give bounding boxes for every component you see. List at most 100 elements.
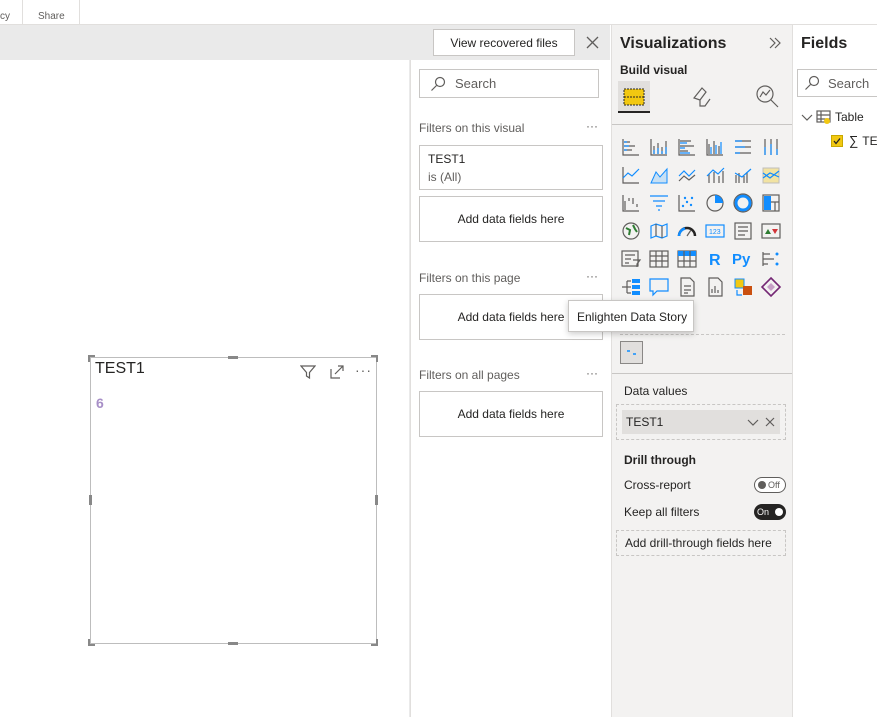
waterfall-chart-icon[interactable] [620,192,642,214]
add-drill-through-label: Add drill-through fields here [625,536,772,550]
resize-handle[interactable] [88,355,95,362]
field-item[interactable]: ∑ TE [831,133,877,148]
more-options-icon[interactable]: ··· [355,362,372,378]
data-values-label: Data values [624,384,688,398]
field-checkbox[interactable] [831,134,843,147]
fields-pane: Fields Search Table ∑ TE [792,25,877,717]
visualizations-pane: Visualizations Build visual 123 R Py Dat… [611,25,793,717]
line-and-clustered-column-chart-icon[interactable] [732,164,754,186]
data-value-field-pill[interactable]: TEST1 [622,410,780,434]
pie-chart-icon[interactable] [704,192,726,214]
card-visual-icon[interactable]: 123 [704,220,726,242]
funnel-chart-icon[interactable] [648,192,670,214]
python-visual-icon[interactable]: Py [732,248,754,270]
python-icon-text: Py [732,251,751,268]
filters-page-more-icon[interactable]: ··· [586,269,598,283]
filters-search-placeholder: Search [455,76,497,91]
toggle-knob [775,508,783,516]
filled-map-icon[interactable] [648,220,670,242]
map-icon[interactable] [620,220,642,242]
decomposition-tree-icon[interactable] [620,276,642,298]
qa-visual-icon[interactable] [648,276,670,298]
multi-row-card-icon[interactable] [732,220,754,242]
resize-handle[interactable] [89,495,92,505]
filters-search-box[interactable]: Search [419,69,599,98]
resize-handle[interactable] [228,356,238,359]
keep-all-filters-label: Keep all filters [624,505,700,519]
table-node[interactable]: Table [801,109,864,125]
scatter-chart-icon[interactable] [676,192,698,214]
power-apps-icon[interactable] [760,276,782,298]
clustered-column-chart-icon[interactable] [704,136,726,158]
focus-mode-icon[interactable] [329,364,345,380]
smart-narrative-icon[interactable] [676,276,698,298]
view-recovered-files-button[interactable]: View recovered files [433,29,575,56]
clustered-bar-chart-icon[interactable] [676,136,698,158]
filters-on-visual-heading: Filters on this visual [419,121,525,135]
r-script-visual-icon[interactable]: R [704,248,726,270]
kpi-icon[interactable] [760,220,782,242]
resize-handle[interactable] [371,355,378,362]
line-chart-icon[interactable] [620,164,642,186]
toggle-knob [758,481,766,489]
table-icon[interactable] [648,248,670,270]
stacked-bar-chart-icon[interactable] [620,136,642,158]
tooltip: Enlighten Data Story [568,300,694,332]
pane-divider [612,373,793,374]
donut-chart-icon[interactable] [732,192,754,214]
matrix-icon[interactable] [676,248,698,270]
card-title: TEST1 [95,360,145,377]
100-stacked-bar-chart-icon[interactable] [732,136,754,158]
resize-handle[interactable] [228,642,238,645]
filters-pane: Search Filters on this visual ··· TEST1 … [410,60,611,717]
100-stacked-column-chart-icon[interactable] [760,136,782,158]
power-automate-icon[interactable] [732,276,754,298]
stacked-column-chart-icon[interactable] [648,136,670,158]
add-fields-visual-dropzone[interactable]: Add data fields here [419,196,603,242]
filters-visual-more-icon[interactable]: ··· [586,119,598,133]
data-value-field-name: TEST1 [626,415,664,429]
fields-search-box[interactable]: Search [797,69,877,97]
search-icon [805,75,820,90]
drill-through-heading: Drill through [624,453,696,467]
add-drill-through-dropzone[interactable]: Add drill-through fields here [616,530,786,556]
area-chart-icon[interactable] [648,164,670,186]
keep-all-filters-state: On [757,507,770,517]
add-fields-all-dropzone[interactable]: Add data fields here [419,391,603,437]
ribbon-chart-icon[interactable] [760,164,782,186]
paginated-report-icon[interactable] [704,276,726,298]
filter-icon[interactable] [300,364,316,380]
gauge-icon[interactable] [676,220,698,242]
line-and-stacked-column-chart-icon[interactable] [704,164,726,186]
filter-card-test1[interactable]: TEST1 is (All) [419,145,603,190]
card-visual[interactable]: TEST1 6 ··· [90,357,377,644]
keep-all-filters-toggle[interactable]: On [754,504,786,520]
enlighten-data-story-visual-button[interactable] [620,341,643,364]
stacked-area-chart-icon[interactable] [676,164,698,186]
cross-report-toggle[interactable]: Off [754,477,786,493]
resize-handle[interactable] [371,639,378,646]
remove-field-icon[interactable] [764,416,776,428]
treemap-icon[interactable] [760,192,782,214]
slicer-icon[interactable] [620,248,642,270]
fields-title: Fields [801,35,848,52]
resize-handle[interactable] [375,495,378,505]
chevron-down-icon[interactable] [747,416,759,428]
table-name: Table [835,110,864,124]
cross-report-label: Cross-report [624,478,691,492]
key-influencers-icon[interactable] [760,248,782,270]
ribbon: cy Share [0,0,877,25]
visual-gallery: 123 R Py [612,25,793,305]
ribbon-partial-label: cy [0,11,10,22]
share-group-label[interactable]: Share [38,11,65,22]
data-values-well[interactable]: TEST1 [616,404,786,440]
cross-report-state: Off [768,480,780,490]
close-icon[interactable] [586,36,599,49]
resize-handle[interactable] [88,639,95,646]
enlighten-data-story-icon [627,350,636,355]
search-icon [431,76,446,91]
tooltip-text: Enlighten Data Story [577,310,688,324]
filters-on-all-pages-heading: Filters on all pages [419,368,520,382]
filters-all-more-icon[interactable]: ··· [586,366,598,380]
chevron-down-icon [801,114,813,121]
